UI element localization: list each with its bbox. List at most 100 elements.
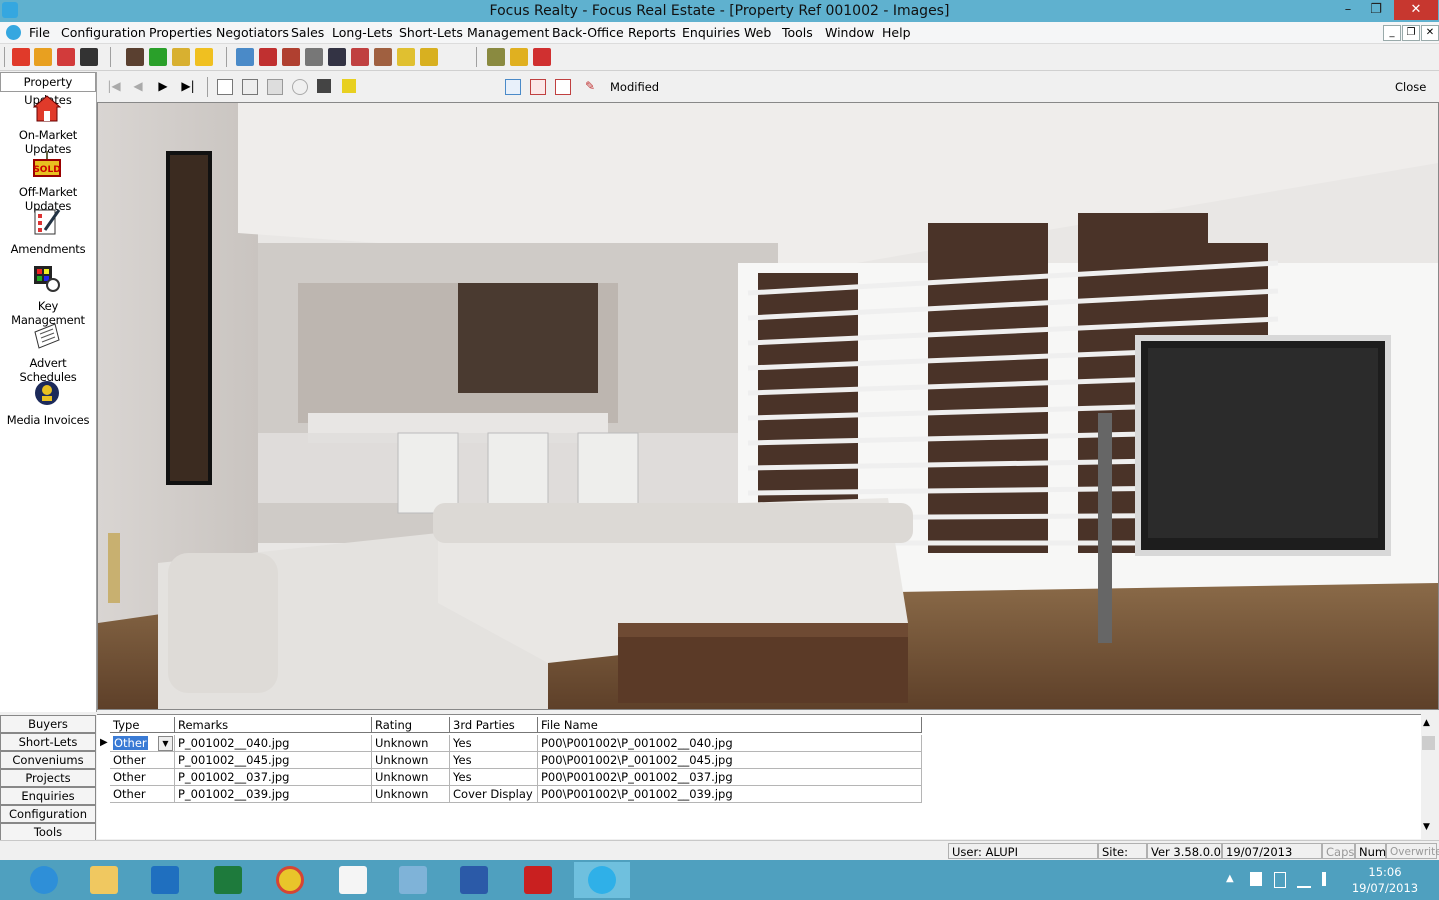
nav-buyers[interactable]: Buyers — [0, 715, 96, 733]
taskbar-app[interactable] — [262, 862, 318, 898]
column-header-rating[interactable]: Rating — [372, 717, 450, 733]
chevron-down-icon[interactable]: ▼ — [158, 736, 173, 751]
table-row-type[interactable]: Other — [110, 769, 175, 786]
next-record-button[interactable]: ▶ — [156, 79, 170, 93]
nav-configuration[interactable]: Configuration — [0, 805, 96, 823]
menu-properties[interactable]: Properties — [149, 25, 212, 40]
lightbulb-icon[interactable] — [420, 48, 438, 66]
clock-time[interactable]: 15:06 — [1350, 865, 1420, 879]
volume-icon[interactable] — [1322, 872, 1334, 886]
taskbar-app-active[interactable] — [574, 862, 630, 898]
prev-record-button[interactable]: ◀ — [131, 79, 145, 93]
clock-date[interactable]: 19/07/2013 — [1350, 881, 1420, 895]
table-row-type[interactable]: Other ▼ — [110, 735, 175, 752]
nav-short-lets[interactable]: Short-Lets — [0, 733, 96, 751]
menu-back-office[interactable]: Back-Office — [552, 25, 624, 40]
menu-enquiries[interactable]: Enquiries — [682, 25, 740, 40]
sidebar-item-on-market-updates[interactable]: On-Market Updates — [0, 94, 96, 156]
taskbar-app[interactable] — [76, 862, 132, 898]
menu-reports[interactable]: Reports — [628, 25, 676, 40]
house-tool-icon[interactable] — [259, 48, 277, 66]
document-icon[interactable] — [305, 48, 323, 66]
scroll-thumb[interactable] — [1422, 736, 1435, 750]
alarm-clock-icon[interactable] — [351, 48, 369, 66]
table-row-third-parties[interactable]: Cover Display — [450, 786, 538, 803]
maximize-button[interactable]: ❐ — [1362, 0, 1390, 20]
battery-icon[interactable] — [1274, 872, 1286, 888]
report-icon[interactable] — [236, 48, 254, 66]
delete-icon[interactable] — [317, 79, 331, 93]
table-row-remarks[interactable]: P_001002__037.jpg — [175, 769, 372, 786]
exit-icon[interactable] — [533, 48, 551, 66]
table-row-file-name[interactable]: P00\P001002\P_001002__045.jpg — [538, 752, 922, 769]
menu-configuration[interactable]: Configuration — [61, 25, 146, 40]
column-header-third-parties[interactable]: 3rd Parties — [450, 717, 538, 733]
type-select-value[interactable]: Other — [113, 736, 148, 750]
table-row-rating[interactable]: Unknown — [372, 769, 450, 786]
nav-conveniums[interactable]: Conveniums — [0, 751, 96, 769]
upload-icon[interactable] — [149, 48, 167, 66]
copy-record-icon[interactable] — [242, 79, 258, 95]
action-center-icon[interactable] — [1250, 872, 1262, 886]
key-icon[interactable] — [510, 48, 528, 66]
table-row-file-name[interactable]: P00\P001002\P_001002__039.jpg — [538, 786, 922, 803]
table-row-file-name[interactable]: P00\P001002\P_001002__037.jpg — [538, 769, 922, 786]
scroll-up-icon[interactable]: ▲ — [1423, 718, 1430, 728]
mdi-restore-button[interactable]: ❐ — [1402, 25, 1420, 41]
menu-short-lets[interactable]: Short-Lets — [399, 25, 463, 40]
taskbar-app[interactable] — [137, 862, 193, 898]
people-icon[interactable] — [172, 48, 190, 66]
column-header-type[interactable]: Type — [110, 717, 175, 733]
taskbar-app[interactable] — [325, 862, 381, 898]
minimize-button[interactable]: – — [1334, 0, 1362, 20]
run-icon[interactable] — [342, 79, 356, 93]
lightning-icon[interactable] — [397, 48, 415, 66]
sidebar-item-advert-schedules[interactable]: Advert Schedules — [0, 322, 96, 384]
menu-long-lets[interactable]: Long-Lets — [332, 25, 393, 40]
print-icon[interactable] — [267, 79, 283, 95]
menu-sales[interactable]: Sales — [291, 25, 324, 40]
taskbar-app[interactable] — [510, 862, 566, 898]
sidebar-item-media-invoices[interactable]: Media Invoices — [0, 379, 96, 436]
table-row-remarks[interactable]: P_001002__039.jpg — [175, 786, 372, 803]
menu-file[interactable]: File — [29, 25, 50, 40]
taskbar-app[interactable] — [200, 862, 256, 898]
new-record-icon[interactable] — [217, 79, 233, 95]
sold-icon[interactable] — [57, 48, 75, 66]
last-record-button[interactable]: ▶| — [181, 79, 195, 93]
table-row-rating[interactable]: Unknown — [372, 752, 450, 769]
diary-icon[interactable] — [374, 48, 392, 66]
menu-management[interactable]: Management — [467, 25, 549, 40]
taskbar-app[interactable] — [446, 862, 502, 898]
table-row-third-parties[interactable]: Yes — [450, 769, 538, 786]
mdi-close-button[interactable]: ✕ — [1421, 25, 1439, 41]
table-row-remarks[interactable]: P_001002__040.jpg — [175, 735, 372, 752]
table-row-remarks[interactable]: P_001002__045.jpg — [175, 752, 372, 769]
scroll-down-icon[interactable]: ▼ — [1423, 822, 1430, 832]
negotiator-icon[interactable] — [126, 48, 144, 66]
nav-enquiries[interactable]: Enquiries — [0, 787, 96, 805]
column-header-remarks[interactable]: Remarks — [175, 717, 372, 733]
nav-tools[interactable]: Tools — [0, 823, 96, 841]
star-icon[interactable] — [195, 48, 213, 66]
table-row-third-parties[interactable]: Yes — [450, 735, 538, 752]
close-form-button[interactable]: Close — [1395, 80, 1426, 94]
fit-image-icon[interactable] — [530, 79, 546, 95]
sidebar-item-amendments[interactable]: Amendments — [0, 208, 96, 265]
sidebar-header[interactable]: Property Updates — [0, 72, 96, 107]
keys-tool-icon[interactable] — [80, 48, 98, 66]
nav-projects[interactable]: Projects — [0, 769, 96, 787]
expand-image-icon[interactable] — [505, 79, 521, 95]
menu-negotiators[interactable]: Negotiators — [216, 25, 289, 40]
home-icon[interactable] — [12, 48, 30, 66]
show-hidden-icons-icon[interactable]: ▲ — [1226, 873, 1234, 884]
menu-help[interactable]: Help — [882, 25, 911, 40]
table-row-third-parties[interactable]: Yes — [450, 752, 538, 769]
close-window-button[interactable]: ✕ — [1394, 0, 1438, 20]
table-row-type[interactable]: Other — [110, 752, 175, 769]
menu-tools[interactable]: Tools — [782, 25, 813, 40]
menu-window[interactable]: Window — [825, 25, 874, 40]
sidebar-item-key-management[interactable]: Key Management — [0, 265, 96, 327]
table-row-rating[interactable]: Unknown — [372, 786, 450, 803]
app-menu-icon[interactable] — [6, 25, 21, 40]
